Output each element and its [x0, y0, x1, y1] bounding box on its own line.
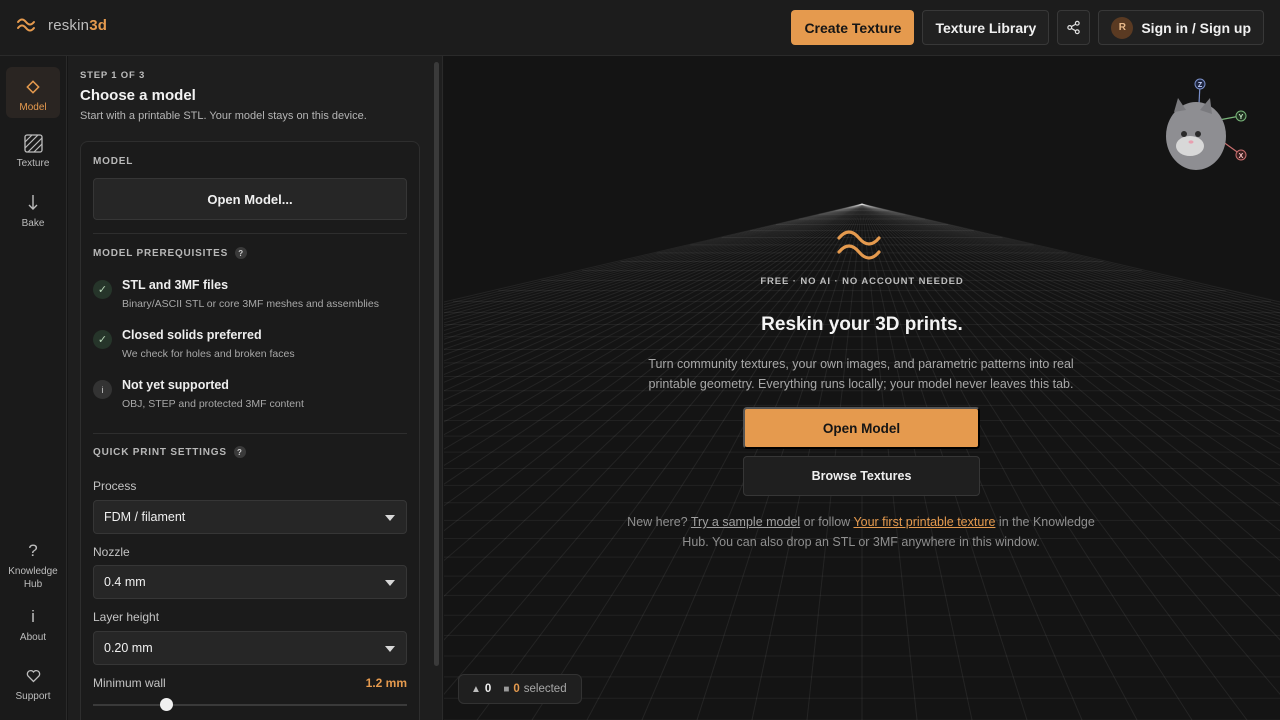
chevron-down-icon — [385, 515, 395, 521]
divider — [93, 433, 407, 434]
rail-item-knowledge-hub[interactable]: ? Knowledge Hub — [6, 540, 60, 591]
rail-label-bake: Bake — [21, 218, 45, 229]
panel-scrollbar[interactable] — [434, 62, 439, 666]
layer-height-label: Layer height — [93, 610, 160, 624]
selected-count: 0 — [513, 683, 520, 695]
selection-stats: ▲ 0 ■ 0 selected — [458, 674, 582, 704]
layer-height-value: 0.20 mm — [104, 641, 153, 655]
gizmo-axis-y: Y — [1239, 114, 1244, 121]
info-icon: i — [31, 607, 35, 626]
prereq-heading: MODEL PREREQUISITES ? — [93, 247, 248, 259]
triangle-icon: ▲ — [471, 683, 481, 695]
divider — [93, 233, 407, 234]
rail-label-about: About — [19, 632, 47, 643]
orientation-gizmo[interactable]: Z Y X — [1152, 76, 1252, 185]
top-bar: reskin3d Create Texture Texture Library … — [0, 0, 1280, 56]
prereq-title: Not yet supported — [122, 378, 229, 392]
rail-item-about[interactable]: i About — [6, 606, 60, 644]
hero-badge: FREE · NO AI · NO ACCOUNT NEEDED — [760, 276, 964, 287]
process-value: FDM / filament — [104, 510, 186, 524]
help-prefix: New here? — [627, 515, 688, 529]
hatch-icon — [23, 132, 43, 154]
browse-textures-button[interactable]: Browse Textures — [743, 456, 980, 496]
chevron-down-icon — [385, 646, 395, 652]
prereq-title: Closed solids preferred — [122, 328, 262, 342]
triangle-count: 0 — [484, 683, 492, 695]
help-icon[interactable]: ? — [235, 247, 248, 259]
prereq-title: STL and 3MF files — [122, 278, 229, 292]
sample-model-link[interactable]: Try a sample model — [691, 515, 800, 529]
prereq-desc: OBJ, STEP and protected 3MF content — [122, 398, 304, 410]
gizmo-axis-x: X — [1239, 153, 1244, 160]
check-icon: ✓ — [93, 330, 112, 349]
diamond-icon — [25, 76, 41, 98]
create-texture-button[interactable]: Create Texture — [791, 10, 915, 45]
share-icon — [1067, 20, 1081, 35]
avatar: R — [1111, 16, 1134, 39]
prereq-desc: Binary/ASCII STL or core 3MF meshes and … — [122, 298, 379, 310]
rail-item-bake[interactable]: Bake — [6, 192, 60, 230]
hero-help-text: New here? Try a sample model or follow Y… — [620, 512, 1102, 552]
rail-label-knowledge-hub: Knowledge Hub — [8, 566, 58, 590]
chevron-down-icon — [385, 580, 395, 586]
nozzle-value: 0.4 mm — [104, 575, 146, 589]
arrow-down-icon — [27, 192, 39, 214]
heart-icon — [26, 665, 41, 687]
nozzle-select[interactable]: 0.4 mm — [93, 565, 407, 599]
sign-in-button[interactable]: R Sign in / Sign up — [1098, 10, 1264, 45]
question-icon: ? — [28, 541, 38, 560]
page-title: Choose a model — [80, 87, 196, 104]
model-section-heading: MODEL — [93, 156, 134, 167]
share-button[interactable] — [1057, 10, 1091, 45]
left-rail: Model Texture Bake ? Knowledge Hub i Abo… — [0, 56, 67, 720]
hero-open-model-button[interactable]: Open Model — [743, 407, 980, 449]
rail-label-support: Support — [15, 691, 51, 702]
prereq-desc: We check for holes and broken faces — [122, 348, 295, 360]
rail-label-texture: Texture — [16, 158, 50, 169]
page-subtitle: Start with a printable STL. Your model s… — [80, 110, 367, 122]
rail-label-model: Model — [19, 102, 47, 113]
wave-logo-icon — [17, 18, 35, 32]
first-texture-guide-link[interactable]: Your first printable texture — [853, 515, 995, 529]
process-select[interactable]: FDM / filament — [93, 500, 407, 534]
step-indicator: STEP 1 OF 3 — [80, 70, 146, 81]
min-wall-slider-track[interactable] — [93, 704, 407, 706]
min-wall-slider-handle[interactable] — [160, 698, 173, 711]
open-model-button[interactable]: Open Model... — [93, 178, 407, 220]
hero-title: Reskin your 3D prints. — [761, 314, 963, 335]
info-icon: i — [93, 380, 112, 399]
rail-item-texture[interactable]: Texture — [6, 132, 60, 170]
min-wall-label: Minimum wall — [93, 676, 166, 690]
texture-library-button[interactable]: Texture Library — [922, 10, 1050, 45]
rail-item-model[interactable]: Model — [6, 67, 60, 118]
selected-label: selected — [523, 683, 567, 695]
layer-height-select[interactable]: 0.20 mm — [93, 631, 407, 665]
square-icon: ■ — [503, 683, 510, 695]
gizmo-axis-z: Z — [1198, 82, 1203, 89]
help-icon[interactable]: ? — [233, 446, 246, 458]
nozzle-label: Nozzle — [93, 545, 130, 559]
brand-name: reskin3d — [48, 16, 108, 34]
hero-description: Turn community textures, your own images… — [648, 357, 1074, 391]
rail-item-support[interactable]: Support — [6, 665, 60, 703]
help-mid: or follow — [803, 515, 851, 529]
quick-print-heading: QUICK PRINT SETTINGS ? — [93, 446, 246, 458]
wave-logo-icon — [837, 230, 881, 260]
brand-logo[interactable]: reskin3d — [16, 14, 107, 36]
sign-in-label: Sign in / Sign up — [1141, 19, 1251, 36]
min-wall-value: 1.2 mm — [365, 676, 407, 690]
process-label: Process — [93, 479, 137, 493]
check-icon: ✓ — [93, 280, 112, 299]
